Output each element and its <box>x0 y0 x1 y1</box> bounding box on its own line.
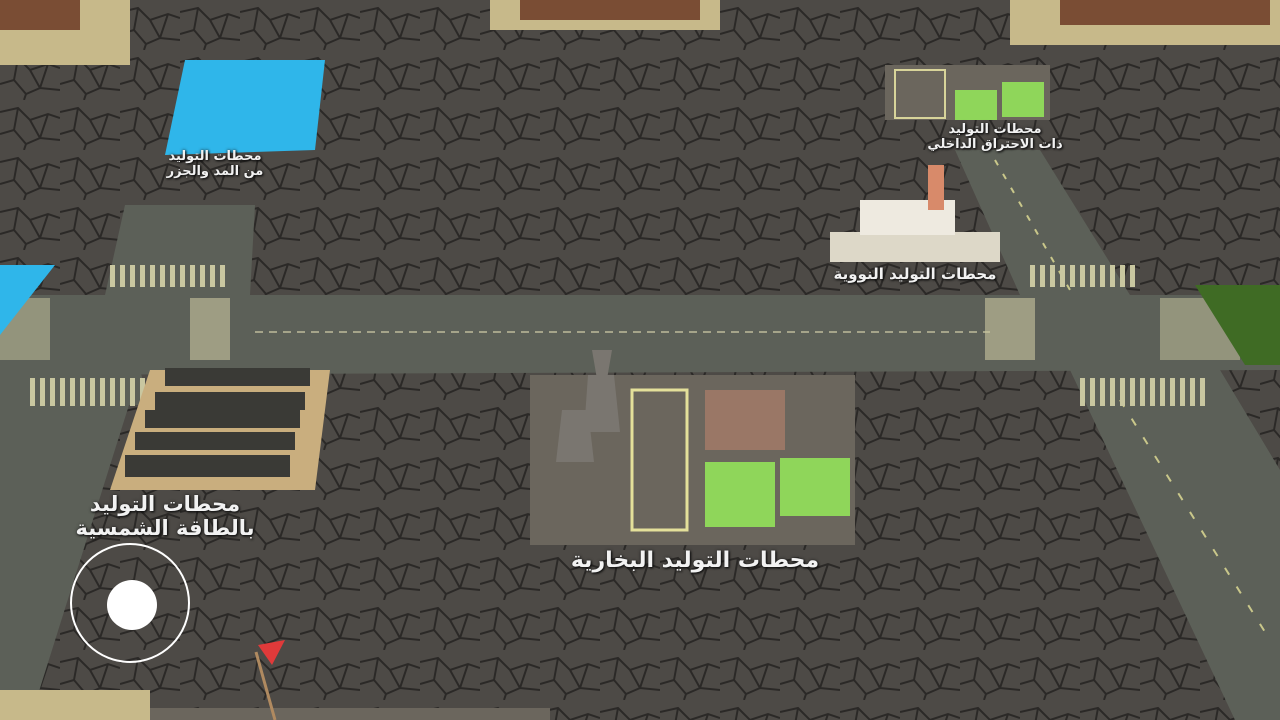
green-block <box>705 462 775 527</box>
label-line: من المد والجزر <box>166 163 264 179</box>
solar-station-label: محطات التوليد بالطاقة الشمسية <box>40 492 290 540</box>
label-line: محطات التوليد النووية <box>833 265 997 283</box>
generator-units <box>705 390 785 450</box>
tidal-station-label: محطات التوليد من المد والجزر <box>140 149 290 180</box>
green-block <box>955 90 997 120</box>
nuclear-plant <box>830 232 1000 262</box>
green-block <box>780 458 850 516</box>
nuclear-station-label: محطات التوليد النووية <box>800 265 1030 283</box>
label-line: بالطاقة الشمسية <box>75 516 255 541</box>
game-scene <box>0 0 1280 720</box>
building-roof <box>0 0 80 30</box>
joystick-knob[interactable] <box>107 580 157 630</box>
building-roof <box>520 0 700 20</box>
label-line: محطات التوليد <box>89 492 241 516</box>
nuclear-chimney <box>928 165 944 210</box>
combustion-station-label: محطات التوليد ذات الاحتراق الداخلي <box>900 122 1090 153</box>
label-line: محطات التوليد <box>948 122 1042 137</box>
pad-bottom <box>150 708 550 720</box>
green-block <box>1002 82 1044 117</box>
virtual-joystick[interactable] <box>70 543 190 663</box>
label-line: محطات التوليد البخارية <box>570 548 820 573</box>
building <box>0 690 150 720</box>
steam-station-label: محطات التوليد البخارية <box>530 548 860 573</box>
tidal-water <box>165 60 325 155</box>
label-line: محطات التوليد <box>168 149 262 164</box>
building-roof <box>1060 0 1270 25</box>
label-line: ذات الاحتراق الداخلي <box>927 136 1063 152</box>
